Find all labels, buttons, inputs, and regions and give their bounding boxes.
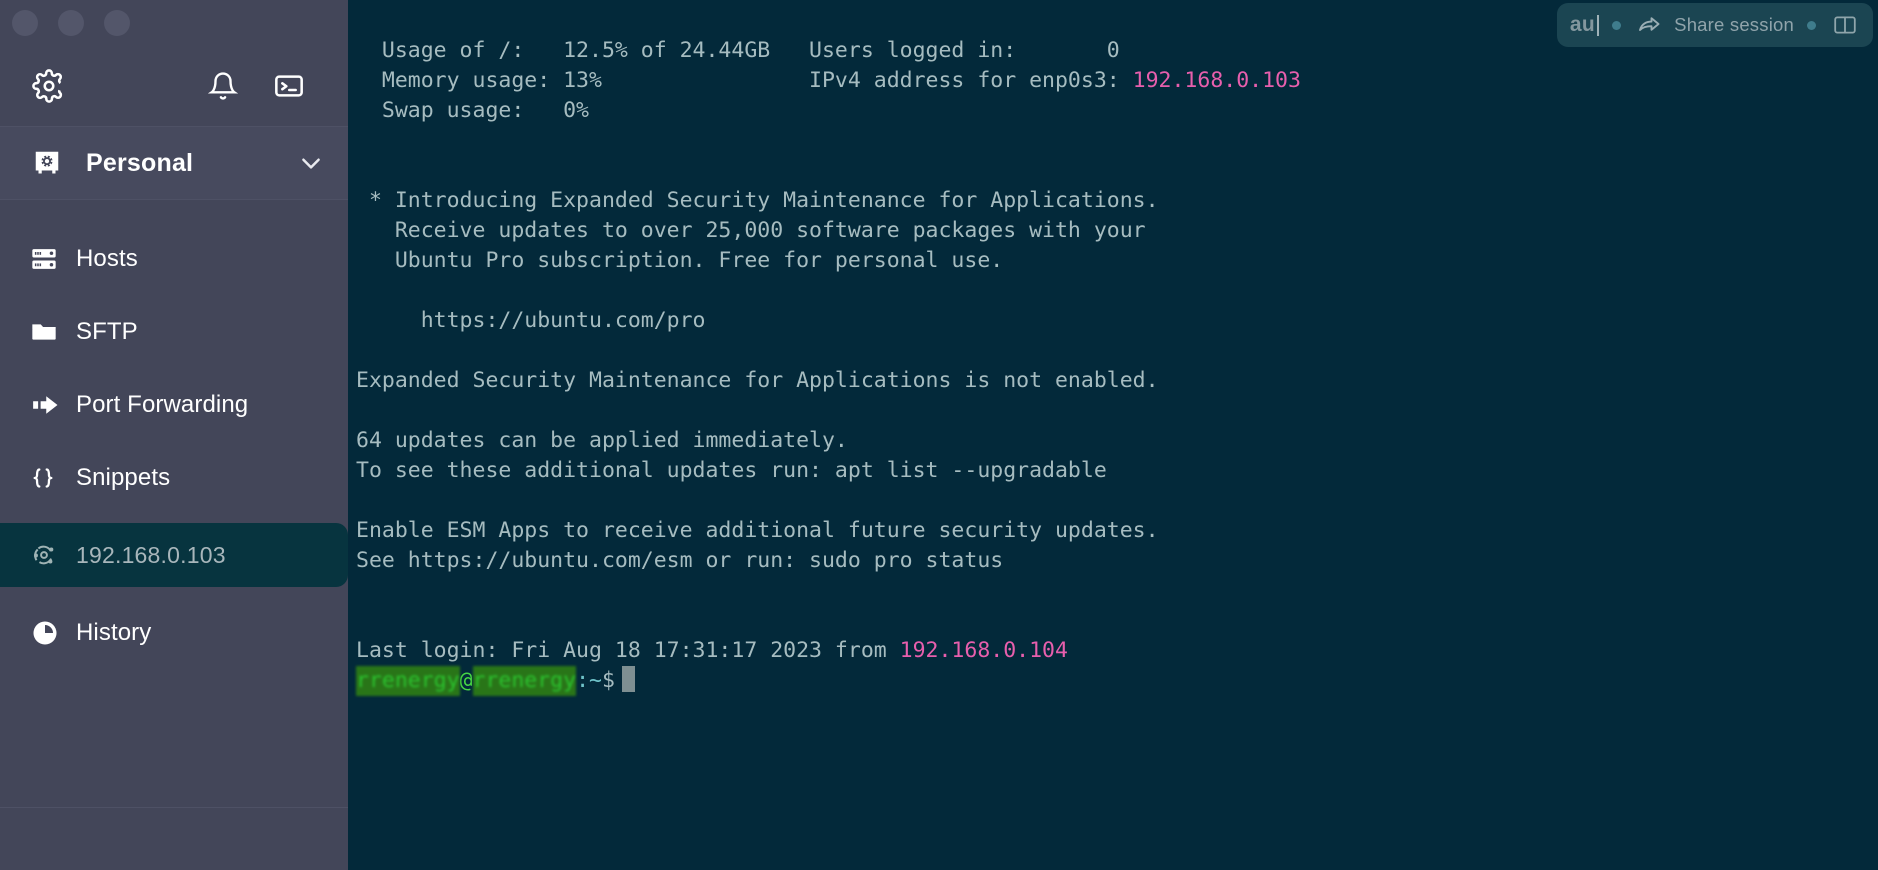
prompt-user: rrenergy	[356, 666, 460, 696]
terminal-cursor[interactable]	[622, 666, 635, 692]
ubuntu-icon	[30, 541, 76, 569]
sidebar-item-label: Snippets	[76, 464, 170, 492]
prompt-at: @	[460, 668, 473, 693]
workspace-selector[interactable]: Personal	[0, 127, 348, 199]
workspace-label: Personal	[86, 149, 274, 178]
sidebar: Personal	[0, 0, 348, 870]
separator-dot	[1612, 21, 1621, 30]
chevron-down-icon[interactable]	[296, 148, 326, 178]
folder-icon	[30, 318, 76, 346]
sidebar-item-label: Hosts	[76, 245, 138, 273]
app-window: Personal	[0, 0, 1878, 870]
share-arrow-icon[interactable]	[1634, 12, 1664, 38]
term-line: Enable ESM Apps to receive additional fu…	[356, 518, 1159, 543]
term-ipv4-value: 192.168.0.103	[1133, 68, 1301, 93]
sidebar-nav: Hosts SFTP Port Forwar	[0, 200, 348, 669]
sidebar-item-hosts[interactable]: Hosts	[0, 222, 348, 295]
prompt-host: rrenergy	[473, 666, 577, 696]
term-line: See https://ubuntu.com/esm or run: sudo …	[356, 548, 1003, 573]
clock-icon	[30, 618, 76, 648]
text-caret	[1597, 15, 1599, 36]
window-controls	[0, 0, 348, 46]
term-line: Usage of /: 12.5% of 24.44GB Users logge…	[356, 38, 1120, 63]
terminal-output: Usage of /: 12.5% of 24.44GB Users logge…	[348, 0, 1301, 696]
term-line: Expanded Security Maintenance for Applic…	[356, 368, 1159, 393]
term-line: Memory usage: 13% IPv4 address for enp0s…	[356, 68, 1133, 93]
tab-title-truncated[interactable]: au	[1570, 13, 1595, 37]
term-line: * Introducing Expanded Security Maintena…	[356, 188, 1159, 213]
split-pane-icon[interactable]	[1829, 12, 1861, 38]
braces-icon	[30, 465, 76, 491]
sidebar-session-192-168-0-103[interactable]: 192.168.0.103	[0, 523, 348, 587]
term-line: Receive updates to over 25,000 software …	[356, 218, 1146, 243]
sidebar-item-label: SFTP	[76, 318, 138, 346]
maximize-button[interactable]	[104, 10, 130, 36]
term-line: To see these additional updates run: apt…	[356, 458, 1107, 483]
sidebar-toolbar	[0, 46, 348, 126]
session-toolbar: au Share session	[1557, 3, 1873, 47]
term-line: Last login: Fri Aug 18 17:31:17 2023 fro…	[356, 638, 900, 663]
sidebar-item-history[interactable]: History	[0, 596, 348, 669]
minimize-button[interactable]	[58, 10, 84, 36]
close-button[interactable]	[12, 10, 38, 36]
term-last-login-ip: 192.168.0.104	[900, 638, 1068, 663]
terminal-pane[interactable]: au Share session Usage of /: 12.5% of 24…	[348, 0, 1878, 870]
sidebar-item-label: History	[76, 619, 151, 647]
prompt-path: :~	[576, 668, 602, 693]
term-line: Ubuntu Pro subscription. Free for person…	[356, 248, 1003, 273]
shell-prompt: rrenergy@rrenergy:~$	[356, 668, 635, 693]
separator-dot-2	[1807, 21, 1816, 30]
sidebar-item-port-forwarding[interactable]: Port Forwarding	[0, 368, 348, 441]
term-line: 64 updates can be applied immediately.	[356, 428, 848, 453]
gear-icon[interactable]	[30, 67, 68, 105]
forward-arrow-icon	[30, 390, 76, 420]
session-label: 192.168.0.103	[76, 542, 226, 569]
share-session-label[interactable]: Share session	[1674, 14, 1794, 36]
sidebar-item-label: Port Forwarding	[76, 391, 248, 419]
bell-icon[interactable]	[204, 67, 242, 105]
vault-icon	[30, 146, 64, 180]
term-line: Swap usage: 0%	[356, 98, 589, 123]
sidebar-item-sftp[interactable]: SFTP	[0, 295, 348, 368]
sidebar-item-snippets[interactable]: Snippets	[0, 441, 348, 514]
term-line: https://ubuntu.com/pro	[356, 308, 706, 333]
terminal-icon[interactable]	[270, 67, 308, 105]
prompt-symbol: $	[602, 668, 615, 693]
server-icon	[30, 245, 76, 273]
